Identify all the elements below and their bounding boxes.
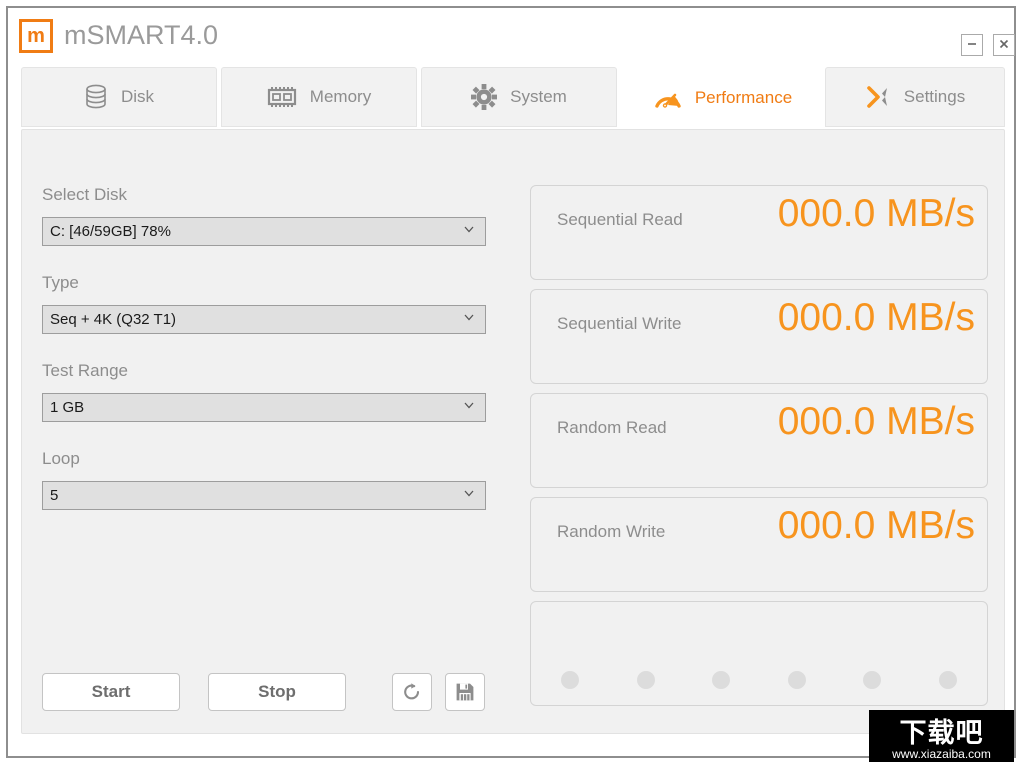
performance-panel: Select Disk C: [46/59GB] 78% Type Seq + … bbox=[21, 129, 1005, 734]
disk-icon bbox=[84, 83, 108, 111]
tab-memory[interactable]: Memory bbox=[221, 67, 417, 127]
chevron-down-icon bbox=[464, 314, 474, 321]
save-button[interactable] bbox=[445, 673, 485, 711]
type-dropdown[interactable]: Seq + 4K (Q32 T1) bbox=[42, 305, 486, 334]
tab-performance-label: Performance bbox=[694, 87, 793, 107]
tab-bar: Disk Memory System Performance Settings bbox=[8, 67, 1014, 129]
field-group-select-disk: Select Disk C: [46/59GB] 78% bbox=[42, 185, 486, 246]
progress-dot bbox=[712, 671, 731, 689]
field-group-test-range: Test Range 1 GB bbox=[42, 361, 486, 422]
progress-dot bbox=[636, 671, 655, 689]
tab-disk-label: Disk bbox=[120, 87, 155, 106]
select-disk-dropdown[interactable]: C: [46/59GB] 78% bbox=[42, 217, 486, 246]
progress-dots bbox=[561, 671, 957, 689]
application-window: m mSMART4.0 Disk Memory System Performan… bbox=[6, 6, 1016, 758]
stop-button[interactable]: Stop bbox=[208, 673, 346, 711]
refresh-button[interactable] bbox=[392, 673, 432, 711]
tools-x-icon bbox=[865, 85, 891, 109]
site-watermark: 下载吧 www.xiazaiba.com bbox=[869, 710, 1014, 762]
random-write-value: 000.0 MB/s bbox=[777, 504, 975, 547]
refresh-icon bbox=[404, 683, 420, 700]
result-card-sequential-read: Sequential Read 000.0 MB/s bbox=[530, 185, 988, 280]
random-read-label: Random Read bbox=[557, 418, 667, 437]
app-logo-icon: m bbox=[19, 19, 53, 53]
field-group-loop: Loop 5 bbox=[42, 449, 486, 510]
watermark-text: 下载吧 bbox=[899, 718, 984, 749]
sequential-write-value: 000.0 MB/s bbox=[777, 296, 975, 339]
random-read-value: 000.0 MB/s bbox=[777, 400, 975, 443]
results-column: Sequential Read 000.0 MB/s Sequential Wr… bbox=[530, 185, 988, 706]
result-card-random-read: Random Read 000.0 MB/s bbox=[530, 393, 988, 488]
minimize-button[interactable] bbox=[961, 34, 983, 56]
tab-system-label: System bbox=[510, 87, 567, 106]
test-range-label: Test Range bbox=[42, 361, 128, 380]
progress-dot bbox=[787, 671, 806, 689]
chevron-down-icon bbox=[464, 402, 474, 409]
action-button-row: Start Stop bbox=[42, 673, 485, 711]
chevron-down-icon bbox=[464, 490, 474, 497]
test-range-value: 1 GB bbox=[50, 399, 85, 416]
result-card-random-write: Random Write 000.0 MB/s bbox=[530, 497, 988, 592]
app-title: mSMART4.0 bbox=[64, 20, 219, 50]
title-bar: m mSMART4.0 bbox=[8, 8, 1015, 66]
sequential-write-label: Sequential Write bbox=[557, 314, 682, 333]
close-button[interactable] bbox=[993, 34, 1015, 56]
tab-system[interactable]: System bbox=[421, 67, 617, 127]
gear-icon bbox=[471, 84, 498, 110]
progress-indicator-card bbox=[530, 601, 988, 706]
tab-performance[interactable]: Performance bbox=[625, 67, 821, 128]
progress-dot bbox=[561, 671, 579, 689]
tab-settings-label: Settings bbox=[903, 87, 966, 106]
save-icon bbox=[456, 683, 474, 701]
random-write-label: Random Write bbox=[557, 522, 666, 541]
tab-settings[interactable]: Settings bbox=[825, 67, 1005, 127]
minimize-icon bbox=[968, 43, 976, 45]
field-group-type: Type Seq + 4K (Q32 T1) bbox=[42, 273, 486, 334]
result-card-sequential-write: Sequential Write 000.0 MB/s bbox=[530, 289, 988, 384]
progress-dot bbox=[863, 671, 882, 689]
test-settings-form: Select Disk C: [46/59GB] 78% Type Seq + … bbox=[42, 185, 486, 537]
start-button[interactable]: Start bbox=[42, 673, 180, 711]
loop-value: 5 bbox=[50, 487, 59, 504]
watermark-url: www.xiazaiba.com bbox=[892, 747, 991, 761]
select-disk-label: Select Disk bbox=[42, 185, 128, 204]
test-range-dropdown[interactable]: 1 GB bbox=[42, 393, 486, 422]
speedometer-icon bbox=[654, 86, 682, 110]
memory-icon bbox=[267, 86, 297, 108]
chevron-down-icon bbox=[464, 226, 474, 233]
loop-dropdown[interactable]: 5 bbox=[42, 481, 486, 510]
loop-label: Loop bbox=[42, 449, 80, 468]
close-icon bbox=[999, 39, 1009, 49]
type-value: Seq + 4K (Q32 T1) bbox=[50, 311, 177, 328]
sequential-read-value: 000.0 MB/s bbox=[777, 192, 975, 235]
tab-disk[interactable]: Disk bbox=[21, 67, 217, 127]
type-label: Type bbox=[42, 273, 79, 292]
progress-dot bbox=[938, 671, 957, 689]
sequential-read-label: Sequential Read bbox=[557, 210, 683, 229]
select-disk-value: C: [46/59GB] 78% bbox=[50, 223, 171, 240]
tab-memory-label: Memory bbox=[309, 87, 372, 106]
